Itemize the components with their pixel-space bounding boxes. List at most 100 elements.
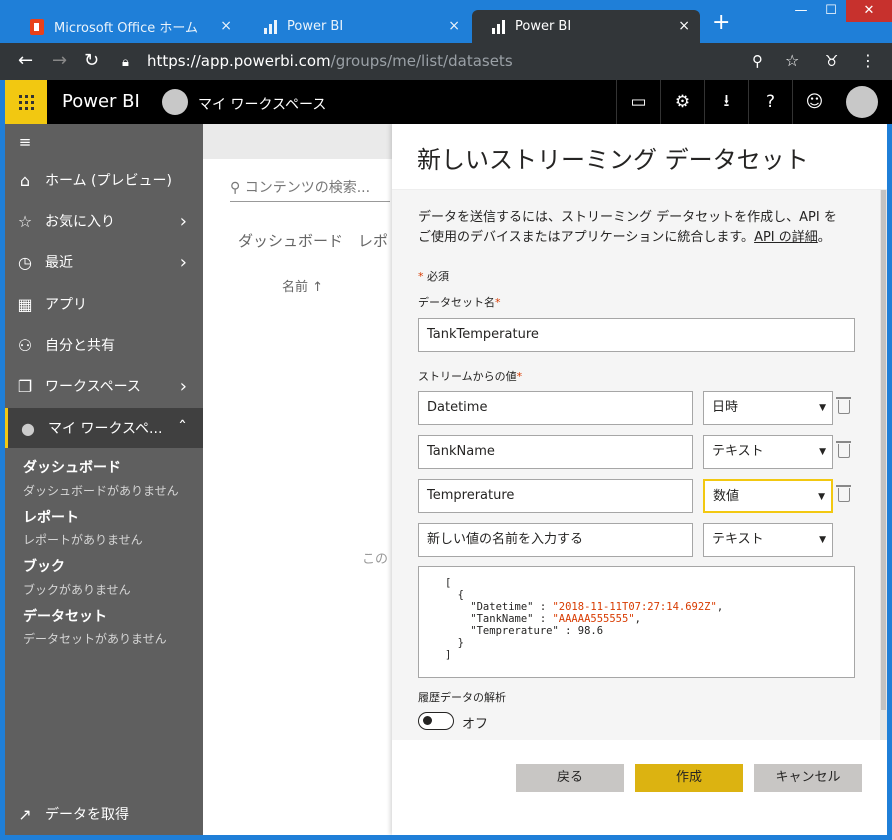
select-value: テキスト	[712, 532, 764, 547]
arrow-up-right-icon: ↗	[18, 804, 32, 824]
workspace-name[interactable]: マイ ワークスペース	[198, 94, 326, 114]
app-title[interactable]: Power BI	[62, 91, 140, 112]
trash-icon[interactable]	[836, 485, 851, 502]
label-text: ストリームからの値	[418, 370, 517, 383]
lock-icon: 🔒︎	[122, 55, 129, 70]
menu-kebab-icon[interactable]: ⋮	[860, 51, 876, 71]
url-field[interactable]: https://app.powerbi.com/groups/me/list/d…	[147, 52, 513, 70]
chevron-right-icon: ›	[179, 251, 187, 273]
tab-powerbi-2[interactable]: Power BI ×	[472, 10, 700, 43]
select-value: 数値	[713, 489, 740, 504]
back-button[interactable]: 戻る	[516, 764, 624, 792]
history-toggle-state: オフ	[462, 717, 489, 732]
new-tab-button[interactable]: +	[712, 12, 730, 34]
close-icon[interactable]: ×	[220, 18, 232, 34]
chevron-up-icon: ˆ	[178, 417, 187, 439]
maximize-button[interactable]: ☐	[816, 0, 846, 22]
dropdown-arrow-icon: ▼	[819, 535, 826, 545]
scrollbar-thumb[interactable]	[881, 190, 886, 710]
tab-label: Power BI	[287, 19, 344, 34]
nav-item-favorites[interactable]: ☆ お気に入り ›	[5, 201, 203, 241]
smiley-icon[interactable]: ☺	[792, 80, 836, 124]
json-preview: [ { "Datetime" : "2018-11-11T07:27:14.69…	[418, 566, 855, 678]
cancel-button[interactable]: キャンセル	[754, 764, 862, 792]
powerbi-icon	[492, 19, 505, 34]
back-arrow-icon[interactable]: ←	[18, 51, 33, 71]
select-value: 日時	[712, 400, 739, 415]
app-launcher-icon[interactable]	[5, 80, 47, 124]
field-name-input[interactable]: TankName	[418, 435, 693, 469]
trash-icon[interactable]	[836, 397, 851, 414]
download-icon[interactable]: ⭳	[704, 80, 748, 124]
user-avatar[interactable]	[846, 86, 878, 118]
api-details-link[interactable]: API の詳細	[754, 230, 818, 245]
nav-item-recent[interactable]: ◷ 最近 ›	[5, 242, 203, 282]
json-line: ]	[445, 649, 452, 661]
section-datasets[interactable]: データセット	[23, 606, 107, 626]
field-name-input[interactable]: Datetime	[418, 391, 693, 425]
window-frame-left	[0, 80, 5, 840]
tab-label: Microsoft Office ホーム	[54, 21, 198, 36]
reload-icon[interactable]: ↻	[84, 51, 99, 71]
nav-item-apps[interactable]: ▦ アプリ	[5, 284, 203, 324]
zoom-icon[interactable]: ⚲	[752, 51, 763, 71]
section-dashboards[interactable]: ダッシュボード	[23, 457, 121, 477]
hamburger-icon[interactable]: ≡	[5, 124, 203, 160]
required-note: * 必須	[418, 270, 449, 283]
url-path: /groups/me/list/datasets	[330, 52, 513, 70]
field-type-select[interactable]: 数値 ▼	[703, 479, 833, 513]
trash-icon[interactable]	[836, 441, 851, 458]
field-name-input[interactable]: Temprerature	[418, 479, 693, 513]
label-text: データセット名	[418, 296, 495, 309]
nav-item-shared[interactable]: ⚇ 自分と共有	[5, 325, 203, 365]
nav-item-my-workspace[interactable]: ● マイ ワークスペ... ˆ	[5, 408, 203, 448]
empty-text: この	[362, 552, 389, 567]
new-field-name-input[interactable]: 新しい値の名前を入力する	[418, 523, 693, 557]
get-data-button[interactable]: ↗ データを取得	[5, 794, 203, 834]
window-close-button[interactable]: ✕	[846, 0, 892, 22]
left-nav: ≡ ⌂ ホーム (プレビュー) ☆ お気に入り › ◷ 最近 › ▦ アプリ ⚇ 自分と共有 …	[5, 124, 203, 835]
panel-description: データを送信するには、ストリーミング データセットを作成し、API をご使用のデ…	[418, 210, 837, 245]
name-column-header[interactable]: 名前 ↑	[282, 276, 323, 295]
json-line: "TankName" : "AAAAA555555",	[445, 613, 641, 625]
minimize-button[interactable]: —	[786, 0, 816, 22]
window-frame-bottom	[0, 835, 892, 840]
tab-office[interactable]: Microsoft Office ホーム ×	[10, 10, 242, 43]
powerbi-icon	[264, 19, 277, 34]
workspaces-icon: ❐	[17, 376, 33, 396]
content-search-input[interactable]: ⚲ コンテンツの検索...	[230, 177, 390, 202]
stream-values-label: ストリームからの値*	[418, 370, 523, 383]
close-icon[interactable]: ×	[448, 18, 460, 34]
nav-label: お気に入り	[45, 214, 115, 230]
field-type-select[interactable]: 日時 ▼	[703, 391, 833, 425]
gear-icon[interactable]: ⚙	[660, 80, 704, 124]
feedback-icon[interactable]: ▭	[616, 80, 660, 124]
content-tabs[interactable]: ダッシュボード レポ	[238, 230, 388, 251]
address-bar: ← → ↻ 🔒︎ https://app.powerbi.com/groups/…	[0, 43, 892, 80]
section-empty-text: ブックがありません	[23, 583, 131, 597]
search-placeholder: コンテンツの検索...	[244, 180, 371, 196]
dropdown-arrow-icon: ▼	[818, 492, 825, 502]
field-type-select[interactable]: テキスト ▼	[703, 435, 833, 469]
close-icon[interactable]: ×	[678, 18, 690, 34]
section-reports[interactable]: レポート	[23, 507, 79, 527]
select-value: テキスト	[712, 444, 764, 459]
json-line: [	[445, 577, 452, 589]
content-header-band	[203, 124, 393, 159]
nav-item-home[interactable]: ⌂ ホーム (プレビュー)	[5, 160, 203, 200]
workspace-avatar	[162, 89, 188, 115]
incognito-icon[interactable]: ♉	[825, 51, 838, 71]
new-field-type-select[interactable]: テキスト ▼	[703, 523, 833, 557]
history-analysis-label: 履歴データの解析	[418, 691, 506, 704]
json-line: "Datetime" : "2018-11-11T07:27:14.692Z",	[445, 601, 724, 613]
nav-item-workspaces[interactable]: ❐ ワークスペース ›	[5, 366, 203, 406]
star-icon[interactable]: ☆	[785, 51, 799, 71]
history-toggle[interactable]	[418, 712, 454, 730]
section-workbooks[interactable]: ブック	[23, 556, 65, 576]
tab-powerbi-1[interactable]: Power BI ×	[244, 10, 470, 43]
help-icon[interactable]: ?	[748, 80, 792, 124]
clock-icon: ◷	[18, 252, 32, 272]
create-button[interactable]: 作成	[635, 764, 743, 792]
forward-arrow-icon[interactable]: →	[52, 51, 67, 71]
dataset-name-input[interactable]: TankTemperature	[418, 318, 855, 352]
